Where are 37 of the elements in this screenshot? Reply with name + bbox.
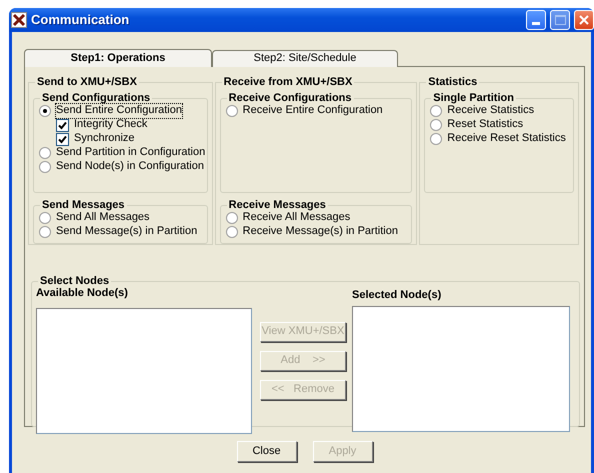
radio-option[interactable]: Send Node(s) in Configuration [39,160,203,174]
available-nodes-list[interactable] [36,308,252,434]
dialog-button[interactable]: Close [236,441,296,462]
checkbox-option[interactable]: Integrity Check [56,118,203,132]
radio-option[interactable]: Receive Message(s) in Partition [226,225,408,239]
list-label: Available Node(s) [36,287,129,300]
radio-option[interactable]: Receive Reset Statistics [430,132,569,146]
radio-option[interactable]: Receive Entire Configuration [226,104,408,118]
selected-nodes-list[interactable] [352,306,570,432]
close-button[interactable] [574,10,594,30]
group-title: Send Messages [41,199,126,211]
radio-option[interactable]: Send Partition in Configuration [39,146,203,160]
section-title: Receive from XMU+/SBX [222,76,354,88]
group-title: Receive Configurations [228,92,353,104]
minimize-icon [532,22,540,25]
checkbox-option[interactable]: Synchronize [56,132,203,146]
group-title: Single Partition [432,92,515,104]
radio-option[interactable]: Send Entire Configuration [39,104,203,118]
radio-option[interactable]: Send Message(s) in Partition [39,225,203,239]
list-label: Selected Node(s) [352,289,442,302]
app-icon [11,12,27,28]
window-title: Communication [31,12,130,28]
group-title: Select Nodes [39,275,110,287]
radio-option[interactable]: Reset Statistics [430,118,569,132]
tab[interactable]: Step2: Site/Schedule [212,50,398,67]
tab[interactable]: Step1: Operations [24,49,212,67]
maximize-button[interactable] [550,10,570,30]
radio-option[interactable]: Send All Messages [39,211,203,225]
group-title: Send Configurations [41,92,152,104]
section-title: Statistics [427,76,478,88]
radio-option[interactable]: Receive Statistics [430,104,569,118]
minimize-button[interactable] [526,10,546,30]
group-title: Receive Messages [228,199,327,211]
close-icon [579,15,589,25]
maximize-icon [554,15,566,25]
section-title: Send to XMU+/SBX [36,76,138,88]
radio-option[interactable]: Receive All Messages [226,211,408,225]
